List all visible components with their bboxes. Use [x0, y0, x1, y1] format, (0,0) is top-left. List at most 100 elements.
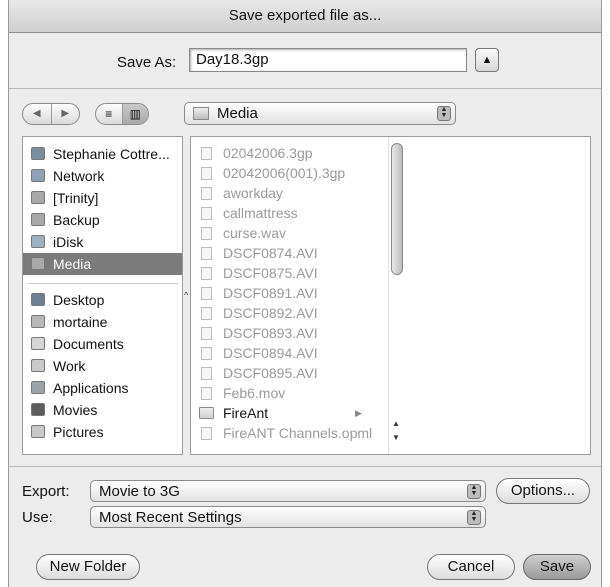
export-format-popup[interactable]: Movie to 3G ▲ ▼ [90, 480, 486, 502]
sidebar-item[interactable]: Work [23, 355, 182, 377]
popup-arrows-icon: ▲ ▼ [467, 510, 481, 525]
file-list-item[interactable]: DSCF0875.AVI [191, 263, 371, 283]
sidebar-item-label: Backup [53, 212, 100, 228]
file-name: 02042006.3gp [223, 145, 313, 161]
file-list-item[interactable]: FireANT Channels.opml [191, 423, 373, 443]
column-resize-handle[interactable]: ^ [184, 290, 188, 300]
sidebar-item-label: Desktop [53, 292, 105, 308]
scrollbar-thumb[interactable] [391, 143, 403, 275]
divider [9, 88, 601, 89]
sidebar-item[interactable]: Applications [23, 377, 182, 399]
sidebar-item-label: [Trinity] [53, 190, 99, 206]
disclosure-arrow-icon: ▶ [355, 408, 362, 418]
file-name: DSCF0893.AVI [223, 325, 318, 341]
location-popup[interactable]: Media ▲ ▼ [184, 102, 456, 125]
popup-arrows-icon: ▲ ▼ [437, 106, 451, 121]
sidebar-item-label: iDisk [53, 234, 84, 250]
sidebar-item[interactable]: Documents [23, 333, 182, 355]
documents-icon [31, 337, 45, 350]
file-list-item[interactable]: FireAnt ▶ [191, 403, 371, 423]
forward-arrow-icon[interactable]: ▶ [50, 104, 80, 124]
file-name: DSCF0891.AVI [223, 285, 318, 301]
sidebar-item-label: Pictures [53, 424, 104, 440]
document-icon [201, 187, 212, 200]
sidebar-item[interactable]: Backup [23, 209, 182, 231]
location-label: Media [217, 105, 258, 122]
divider [9, 466, 601, 467]
file-name: aworkday [223, 185, 283, 201]
file-name: curse.wav [223, 225, 287, 241]
save-as-field[interactable]: Day18.3gp [189, 48, 467, 72]
sidebar-item-label: Network [53, 168, 105, 184]
column-view-icon[interactable]: ▥ [121, 104, 148, 124]
back-arrow-icon[interactable]: ◀ [23, 104, 51, 124]
file-list-item[interactable]: curse.wav [191, 223, 371, 243]
file-list-item[interactable]: 02042006(001).3gp [191, 163, 371, 183]
file-list-item[interactable]: 02042006.3gp [191, 143, 371, 163]
document-icon [201, 227, 212, 240]
pictures-icon [31, 425, 45, 438]
document-icon [201, 147, 212, 160]
file-list-item[interactable]: DSCF0895.AVI [191, 363, 371, 383]
file-name: FireANT Channels.opml [223, 425, 373, 441]
file-list-item[interactable]: DSCF0893.AVI [191, 323, 371, 343]
sidebar-item[interactable]: Desktop [23, 289, 182, 311]
window-title: Save exported file as... [9, 0, 601, 33]
back-forward-buttons: ◀ ▶ [22, 103, 80, 125]
save-button[interactable]: Save [523, 554, 591, 580]
sidebar-item[interactable]: Network [23, 165, 182, 187]
use-settings-value: Most Recent Settings [99, 509, 242, 526]
file-list-item[interactable]: callmattress [191, 203, 371, 223]
sidebar-item[interactable]: Movies [23, 399, 182, 421]
export-label: Export: [22, 483, 70, 500]
save-as-label: Save As: [117, 54, 177, 71]
list-view-icon[interactable]: ≡ [96, 104, 122, 124]
file-list-item[interactable]: Feb6.mov [191, 383, 371, 403]
sidebar-item[interactable]: mortaine [23, 311, 182, 333]
computer-icon [31, 147, 45, 160]
export-format-value: Movie to 3G [99, 483, 180, 500]
sidebar-item[interactable]: [Trinity] [23, 187, 182, 209]
scroll-up-arrow-icon[interactable]: ▲ [391, 419, 401, 428]
document-icon [201, 307, 212, 320]
drive-icon [31, 257, 45, 270]
sidebar-item[interactable]: Stephanie Cottre... [23, 143, 182, 165]
use-settings-popup[interactable]: Most Recent Settings ▲ ▼ [90, 506, 486, 528]
file-name: DSCF0874.AVI [223, 245, 318, 261]
document-icon [201, 247, 212, 260]
file-list-item[interactable]: DSCF0894.AVI [191, 343, 371, 363]
options-button[interactable]: Options... [496, 478, 590, 504]
drive-icon [31, 213, 45, 226]
file-name: 02042006(001).3gp [223, 165, 346, 181]
file-name: DSCF0895.AVI [223, 365, 318, 381]
cancel-button[interactable]: Cancel [427, 554, 515, 580]
popup-arrows-icon: ▲ ▼ [467, 484, 481, 499]
document-icon [201, 427, 212, 440]
document-icon [201, 287, 212, 300]
new-folder-button[interactable]: New Folder [36, 554, 140, 580]
movies-icon [31, 403, 45, 416]
network-globe-icon [31, 169, 45, 182]
file-name: DSCF0875.AVI [223, 265, 318, 281]
file-list-item[interactable]: DSCF0892.AVI [191, 303, 371, 323]
sidebar-divider [27, 283, 178, 284]
sidebar-item-label: Documents [53, 336, 124, 352]
sidebar-item[interactable]: Media [23, 253, 182, 275]
document-icon [201, 207, 212, 220]
document-icon [201, 387, 212, 400]
applications-icon [31, 381, 45, 394]
drive-icon [31, 191, 45, 204]
collapse-dialog-button[interactable]: ▲ [475, 48, 499, 72]
drive-icon [193, 107, 209, 120]
file-list-item[interactable]: DSCF0891.AVI [191, 283, 371, 303]
file-list-item[interactable]: aworkday [191, 183, 371, 203]
file-list-item[interactable]: DSCF0874.AVI [191, 243, 371, 263]
document-icon [201, 367, 212, 380]
scroll-down-arrow-icon[interactable]: ▼ [391, 433, 401, 442]
folder-icon [31, 359, 45, 372]
file-column: 02042006.3gp 02042006(001).3gp aworkday cal… [191, 137, 389, 454]
document-icon [201, 267, 212, 280]
sidebar-item[interactable]: iDisk [23, 231, 182, 253]
view-mode-buttons: ≡ ▥ [95, 103, 149, 125]
sidebar-item[interactable]: Pictures [23, 421, 182, 443]
